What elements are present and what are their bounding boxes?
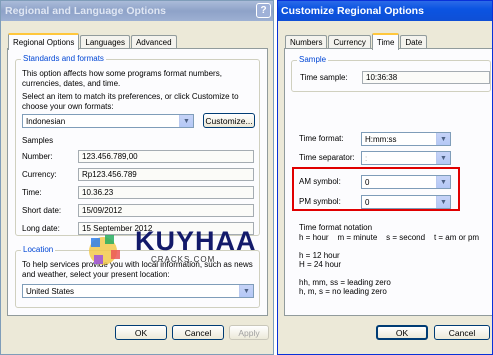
customize-cancel-button[interactable]: Cancel — [434, 325, 490, 340]
sample-short-date-label: Short date: — [22, 206, 62, 215]
tab-regional-options[interactable]: Regional Options — [8, 33, 80, 50]
sample-group-label: Sample — [297, 55, 329, 64]
sample-number-label: Number: — [22, 152, 53, 161]
match-description: Select an item to match its preferences,… — [22, 92, 239, 111]
tab-languages[interactable]: Languages — [80, 35, 130, 49]
customize-window-title: Customize Regional Options — [281, 5, 424, 17]
customize-button[interactable]: Customize... — [203, 113, 255, 128]
tab-time[interactable]: Time — [371, 33, 400, 50]
time-format-label: Time format: — [299, 134, 344, 143]
sample-time-value: 10.36.23 — [78, 186, 254, 199]
tab-advanced[interactable]: Advanced — [130, 35, 177, 49]
notation-line-1: h = hour m = minute s = second t = am or… — [299, 233, 480, 242]
help-button[interactable]: ? — [256, 3, 271, 18]
tab-currency[interactable]: Currency — [328, 35, 371, 49]
highlight-box — [292, 167, 460, 211]
kuyhaa-watermark: KUYHAA CRACKS.COM — [83, 226, 256, 272]
location-select[interactable]: United States ▼ — [22, 284, 254, 298]
time-sample-label: Time sample: — [300, 73, 348, 82]
chevron-down-icon[interactable]: ▼ — [239, 285, 253, 297]
regional-options-panel: Standards and formats This option affect… — [7, 48, 268, 316]
standards-description: This option affects how some programs fo… — [22, 69, 222, 88]
location-group-label: Location — [21, 245, 56, 254]
standards-formats-group: Standards and formats This option affect… — [15, 54, 260, 236]
sample-time-label: Time: — [22, 188, 42, 197]
sample-currency-value: Rp123.456.789 — [78, 168, 254, 181]
regional-ok-button[interactable]: OK — [115, 325, 167, 340]
notation-title: Time format notation — [299, 223, 373, 232]
time-separator-select[interactable]: : ▼ — [361, 151, 451, 165]
notation-line-5: h, m, s = no leading zero — [299, 287, 387, 296]
tab-numbers[interactable]: Numbers — [285, 35, 328, 49]
time-tab-panel: Sample Time sample: 10:36:38 Time format… — [284, 48, 492, 316]
regional-cancel-button[interactable]: Cancel — [172, 325, 224, 340]
sample-long-date-label: Long date: — [22, 224, 60, 233]
time-sample-value: 10:36:38 — [362, 71, 490, 84]
standards-group-label: Standards and formats — [21, 54, 106, 63]
samples-label: Samples — [22, 136, 54, 145]
format-select[interactable]: Indonesian ▼ — [22, 114, 194, 128]
regional-title-bar[interactable]: Regional and Language Options — [1, 1, 273, 21]
sample-group: Sample Time sample: 10:36:38 — [291, 55, 491, 92]
regional-apply-button[interactable]: Apply — [229, 325, 269, 340]
customize-regional-options-window: Customize Regional Options Numbers Curre… — [277, 0, 493, 355]
watermark-logo-icon — [89, 235, 120, 265]
notation-line-3: H = 24 hour — [299, 260, 342, 269]
chevron-down-icon[interactable]: ▼ — [436, 133, 450, 145]
sample-short-date-value: 15/09/2012 — [78, 204, 254, 217]
customize-ok-button[interactable]: OK — [376, 325, 428, 340]
time-format-select[interactable]: H:mm:ss ▼ — [361, 132, 451, 146]
chevron-down-icon[interactable]: ▼ — [436, 152, 450, 164]
regional-language-options-window: Regional and Language Options ? Regional… — [0, 0, 274, 355]
watermark-text: KUYHAA — [135, 226, 257, 256]
tab-date[interactable]: Date — [400, 35, 428, 49]
sample-currency-label: Currency: — [22, 170, 57, 179]
sample-number-value: 123.456.789,00 — [78, 150, 254, 163]
chevron-down-icon[interactable]: ▼ — [179, 115, 193, 127]
watermark-subtext: CRACKS.COM — [151, 255, 216, 264]
time-separator-label: Time separator: — [299, 153, 355, 162]
customize-title-bar[interactable]: Customize Regional Options — [278, 1, 492, 21]
regional-window-title: Regional and Language Options — [5, 5, 167, 17]
